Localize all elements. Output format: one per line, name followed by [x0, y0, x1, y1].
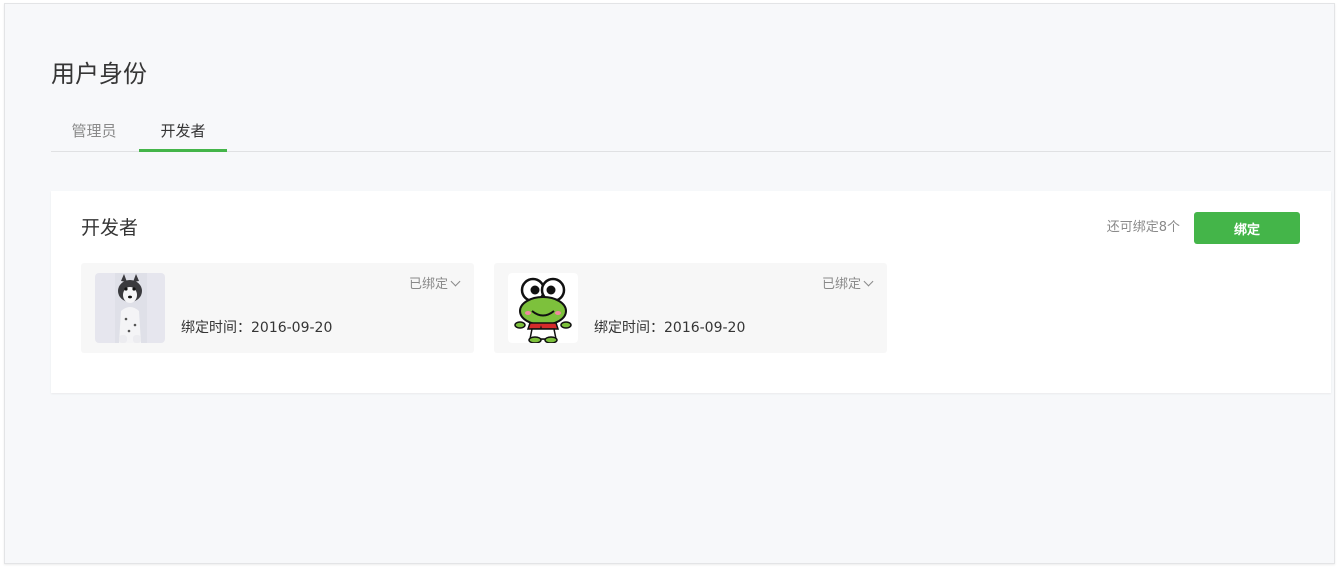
tab-developer[interactable]: 开发者 — [139, 116, 227, 152]
card-title: 开发者 — [81, 217, 139, 239]
remaining-count-text: 还可绑定8个 — [1106, 220, 1180, 235]
bind-time: 绑定时间：2016-09-20 — [181, 319, 332, 337]
avatar — [95, 273, 165, 343]
page-title: 用户身份 — [51, 60, 147, 88]
developers-card: 开发者 还可绑定8个 绑定 已绑定 绑定时间：2016-09-20 已绑定 绑定… — [51, 191, 1331, 393]
bind-status-dropdown[interactable]: 已绑定 — [408, 276, 461, 293]
husky-avatar-image — [95, 273, 165, 343]
bind-time-label: 绑定时间： — [181, 320, 251, 336]
chevron-down-icon — [863, 276, 874, 287]
bind-time: 绑定时间：2016-09-20 — [594, 319, 745, 337]
bind-status-label: 已绑定 — [821, 277, 861, 292]
bind-status-dropdown[interactable]: 已绑定 — [821, 276, 874, 293]
developer-item: 已绑定 绑定时间：2016-09-20 — [494, 263, 887, 353]
bind-time-value: 2016-09-20 — [664, 320, 746, 336]
tab-admin[interactable]: 管理员 — [51, 116, 137, 151]
chevron-down-icon — [450, 276, 461, 287]
developer-item: 已绑定 绑定时间：2016-09-20 — [81, 263, 474, 353]
bind-button[interactable]: 绑定 — [1194, 212, 1300, 244]
frog-avatar-image — [508, 273, 578, 343]
app-frame: 用户身份 管理员 开发者 开发者 还可绑定8个 绑定 已绑定 绑定时间：2016… — [4, 3, 1335, 564]
bind-time-value: 2016-09-20 — [251, 320, 333, 336]
tab-bar: 管理员 开发者 — [51, 116, 1331, 152]
bind-time-label: 绑定时间： — [594, 320, 664, 336]
avatar — [508, 273, 578, 343]
bind-status-label: 已绑定 — [408, 277, 448, 292]
